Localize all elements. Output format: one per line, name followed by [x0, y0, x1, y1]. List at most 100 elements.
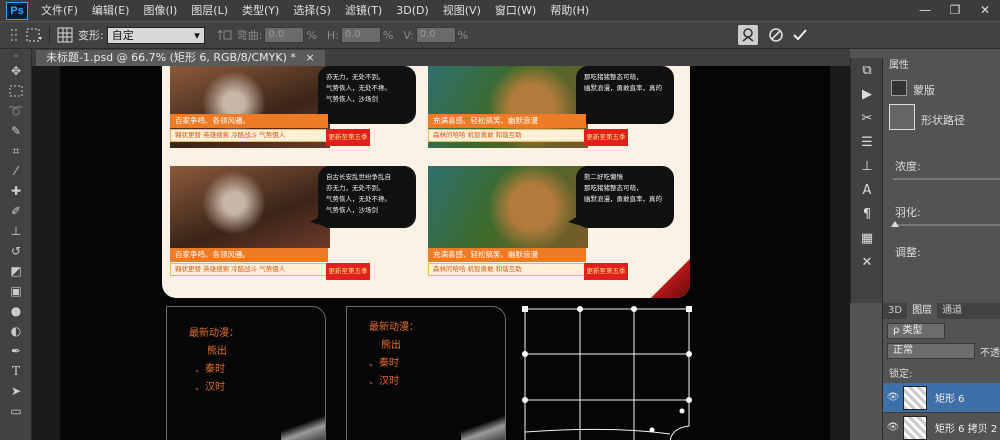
document-tab-label: 未标题-1.psd @ 66.7% (矩形 6, RGB/8/CMYK) * — [46, 51, 296, 64]
menu-filter[interactable]: 滤镜(T) — [338, 0, 389, 21]
v-distortion-input[interactable]: 0.0 — [415, 27, 456, 43]
blur-tool-icon[interactable]: ● — [0, 301, 32, 321]
bubble-line: 气势恢人，沙场剑 — [326, 95, 378, 103]
layers-panel: 3D 图层 通道 ρ 类型 正常 不透 锁定: 👁 矩形 6 👁 矩形 6 拷贝… — [882, 303, 1000, 440]
options-bar: 变形: 自定 ▾ 弯曲: 0.0 % H: 0.0 % V: 0.0 % — [0, 21, 1000, 49]
menu-help[interactable]: 帮助(H) — [543, 0, 596, 21]
menu-file[interactable]: 文件(F) — [34, 0, 85, 21]
change-orientation-icon[interactable] — [215, 25, 235, 45]
flyer-heading: 最新动漫： — [369, 322, 419, 333]
properties-tab[interactable]: 属性 — [883, 58, 915, 74]
menu-view[interactable]: 视图(V) — [436, 0, 488, 21]
stamp-icon[interactable]: ⊥ — [851, 154, 883, 178]
adjust-label: 调整: — [895, 246, 921, 259]
type-tool-icon[interactable]: T — [0, 361, 32, 381]
warp-style-select[interactable]: 自定 ▾ — [106, 26, 205, 44]
orange-banner: 百家争鸣、各领风骚。 — [170, 248, 328, 262]
menu-type[interactable]: 类型(Y) — [235, 0, 286, 21]
tool-presets-icon[interactable]: ✂ — [851, 106, 883, 130]
menu-select[interactable]: 选择(S) — [286, 0, 338, 21]
warp-label: 变形: — [78, 29, 104, 42]
chevron-down-icon: ▾ — [194, 28, 200, 42]
close-window-button[interactable]: ✕ — [970, 0, 1000, 21]
menu-window[interactable]: 窗口(W) — [488, 0, 543, 21]
marquee-tool-icon[interactable] — [0, 81, 32, 101]
flyer-curl — [281, 411, 325, 440]
visibility-eye-icon[interactable]: 👁 — [883, 422, 903, 433]
bubble-line: 那吃猪猪整态可萌， — [584, 184, 643, 192]
adjustments-icon[interactable]: ☰ — [851, 130, 883, 154]
layer-kind-filter[interactable]: ρ 类型 — [887, 323, 945, 339]
clone-stamp-tool-icon[interactable]: ⊥ — [0, 221, 32, 241]
warp-grid-icon[interactable] — [55, 25, 75, 45]
move-tool-icon[interactable]: ✥ — [0, 61, 32, 81]
path-selection-tool-icon[interactable]: ➤ — [0, 381, 32, 401]
shape-tool-icon[interactable]: ▭ — [0, 401, 32, 421]
brush-tool-icon[interactable]: ✐ — [0, 201, 32, 221]
warp-grid[interactable] — [522, 306, 697, 440]
bubble-line: 幽默浪漫，勇敢直率，真的 — [584, 195, 662, 203]
h-distortion-input[interactable]: 0.0 — [340, 27, 381, 43]
gradient-tool-icon[interactable]: ▣ — [0, 281, 32, 301]
flyer-line: 、秦时 — [195, 364, 225, 375]
anime-card: 自古长安乱世纷争乱自 亦无力，无处不到。 气势恢人，无处不搀。 气势恢人，沙场剑… — [166, 166, 418, 280]
paragraph-icon[interactable]: ¶ — [851, 202, 883, 226]
dodge-tool-icon[interactable]: ◐ — [0, 321, 32, 341]
layer-row-selected[interactable]: 👁 矩形 6 — [883, 383, 1000, 413]
properties-panel: 属性 蒙版 形状路径 浓度: 羽化: 调整: — [882, 58, 1000, 303]
eraser-tool-icon[interactable]: ◩ — [0, 261, 32, 281]
mask-icon[interactable] — [891, 80, 907, 96]
shape-path-label: 形状路径 — [921, 114, 965, 127]
anime-card: 亦无力，无处不到。 气势恢人，无处不搀。 气势恢人，沙场剑 百家争鸣、各领风骚。… — [166, 66, 418, 163]
document-tab[interactable]: 未标题-1.psd @ 66.7% (矩形 6, RGB/8/CMYK) * × — [36, 50, 325, 66]
density-slider[interactable] — [893, 178, 1000, 180]
swatches-icon[interactable]: ▦ — [851, 226, 883, 250]
minimize-button[interactable]: — — [910, 0, 940, 21]
vector-mask-icon[interactable] — [889, 104, 915, 130]
tools-panel: » ✥ ➰ ✎ ⌗ ⁄ ✚ ✐ ⊥ ↺ ◩ ▣ ● ◐ ✒ T ➤ ▭ — [0, 49, 32, 440]
tools-options-icon[interactable]: ✕ — [851, 250, 883, 274]
bubble-line: 熊二好吃懒惰 — [584, 173, 623, 181]
tool-preset-icon[interactable] — [24, 25, 44, 45]
speech-bubble: 自古长安乱世纷争乱自 亦无力，无处不到。 气势恢人，无处不搀。 气势恢人，沙场剑 — [310, 166, 416, 228]
quick-select-tool-icon[interactable]: ✎ — [0, 121, 32, 141]
layer-name: 矩形 6 — [935, 394, 965, 405]
menu-layer[interactable]: 图层(L) — [184, 0, 235, 21]
pen-tool-icon[interactable]: ✒ — [0, 341, 32, 361]
menu-3d[interactable]: 3D(D) — [389, 0, 436, 21]
page-curl — [650, 258, 690, 298]
flyer-line: 、秦时 — [369, 358, 399, 369]
character-icon[interactable]: A — [851, 178, 883, 202]
actions-play-icon[interactable]: ▶ — [851, 82, 883, 106]
eyedropper-tool-icon[interactable]: ⁄ — [0, 161, 32, 181]
crop-tool-icon[interactable]: ⌗ — [0, 141, 32, 161]
tab-3d[interactable]: 3D — [883, 303, 907, 319]
feather-slider-handle[interactable] — [891, 221, 899, 227]
cancel-transform-icon[interactable] — [766, 25, 786, 45]
bubble-line: 亦无力，无处不到。 — [326, 184, 385, 192]
blend-mode-select[interactable]: 正常 — [887, 343, 975, 359]
history-icon[interactable]: ⧉ — [851, 58, 883, 82]
history-brush-tool-icon[interactable]: ↺ — [0, 241, 32, 261]
flyer-curl — [461, 411, 505, 440]
lasso-tool-icon[interactable]: ➰ — [0, 101, 32, 121]
menu-image[interactable]: 图像(I) — [136, 0, 184, 21]
orange-banner: 充满喜感、轻松搞笑、幽默浪漫 — [428, 114, 586, 128]
close-tab-icon[interactable]: × — [305, 51, 314, 64]
commit-transform-icon[interactable] — [790, 25, 810, 45]
restore-button[interactable]: ❐ — [940, 0, 970, 21]
puppet-warp-icon[interactable] — [738, 25, 758, 45]
tab-layers[interactable]: 图层 — [907, 303, 938, 319]
flyer-frame: 最新动漫： 熊出 、秦时 、汉时 — [346, 306, 506, 440]
layer-row[interactable]: 👁 矩形 6 拷贝 2 — [883, 413, 1000, 440]
feather-slider[interactable] — [893, 224, 1000, 226]
bubble-line: 气势恢人，沙场剑 — [326, 206, 378, 214]
visibility-eye-icon[interactable]: 👁 — [883, 392, 903, 403]
tab-channels[interactable]: 通道 — [937, 303, 967, 319]
bubble-line: 幽默浪漫，勇敢直率，真的 — [584, 84, 662, 92]
flyer-frame: 最新动漫： 熊出 、秦时 、汉时 — [166, 306, 326, 440]
canvas-area[interactable]: 亦无力，无处不到。 气势恢人，无处不搀。 气势恢人，沙场剑 百家争鸣、各领风骚。… — [32, 66, 850, 440]
bend-input[interactable]: 0.0 — [264, 27, 305, 43]
healing-brush-tool-icon[interactable]: ✚ — [0, 181, 32, 201]
menu-edit[interactable]: 编辑(E) — [85, 0, 137, 21]
